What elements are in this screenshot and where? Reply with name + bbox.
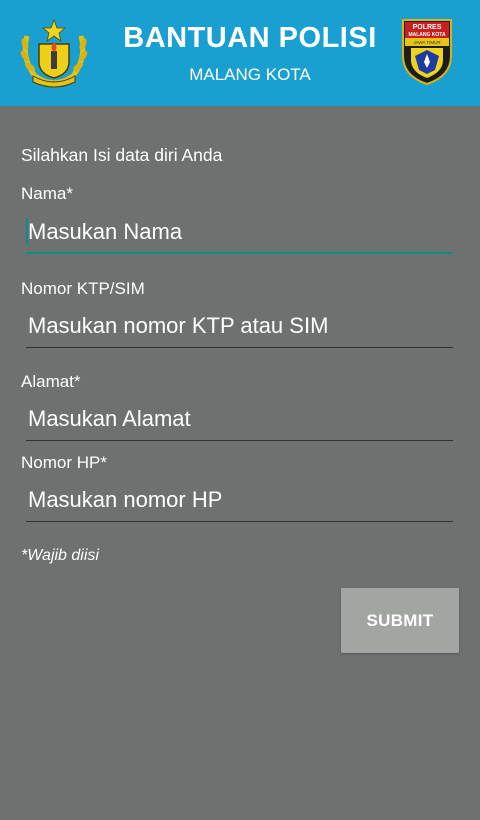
police-emblem-icon [20,18,88,88]
ktp-sim-label: Nomor KTP/SIM [21,279,145,298]
polres-badge-icon: POLRES MALANG KOTA JAWA TIMUR [402,19,452,86]
name-input[interactable] [26,214,455,250]
address-input[interactable] [26,401,455,437]
phone-input[interactable] [26,482,455,518]
badge-line-jawa-timur: JAWA TIMUR [413,40,441,45]
address-label: Alamat* [21,372,81,391]
submit-button[interactable]: SUBMIT [341,588,459,653]
phone-field[interactable] [26,482,455,522]
text-cursor [26,218,28,245]
ktp-sim-input[interactable] [26,308,455,344]
name-label: Nama* [21,184,73,203]
form-intro: Silahkan Isi data diri Anda [21,145,223,165]
phone-label: Nomor HP* [21,453,107,472]
ktp-sim-field[interactable] [26,308,455,348]
badge-line-polres: POLRES [413,24,442,31]
required-note: *Wajib diisi [21,547,99,564]
address-field[interactable] [26,401,455,441]
app-header: BANTUAN POLISI MALANG KOTA POLRES MALANG… [0,0,480,106]
name-field[interactable] [26,214,455,254]
badge-line-malang-kota: MALANG KOTA [408,32,446,38]
app-title: BANTUAN POLISI [123,22,377,54]
app-subtitle: MALANG KOTA [189,65,311,84]
